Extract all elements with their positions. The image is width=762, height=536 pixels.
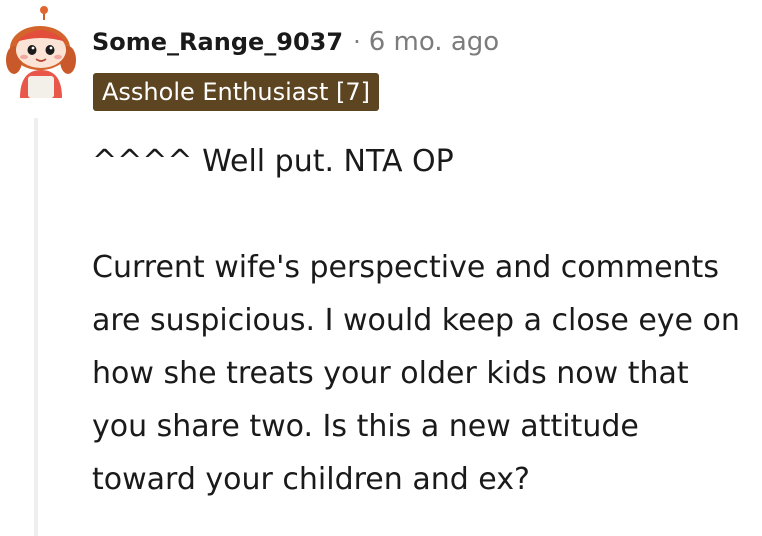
username-link[interactable]: Some_Range_9037 <box>92 28 343 56</box>
comment-paragraph: ^^^^ Well put. NTA OP <box>92 144 454 179</box>
comment-header: Some_Range_9037 · 6 mo. ago <box>92 22 499 62</box>
separator-dot: · <box>353 28 361 56</box>
comment-paragraph: Current wife's perspective and comments … <box>92 250 740 497</box>
snoo-avatar-icon[interactable] <box>4 4 76 100</box>
user-flair: Asshole Enthusiast [7] <box>93 73 380 111</box>
comment-body: ^^^^ Well put. NTA OP Current wife's per… <box>92 135 752 506</box>
timestamp-link[interactable]: 6 mo. ago <box>369 27 499 57</box>
thread-collapse-line[interactable] <box>34 118 38 536</box>
